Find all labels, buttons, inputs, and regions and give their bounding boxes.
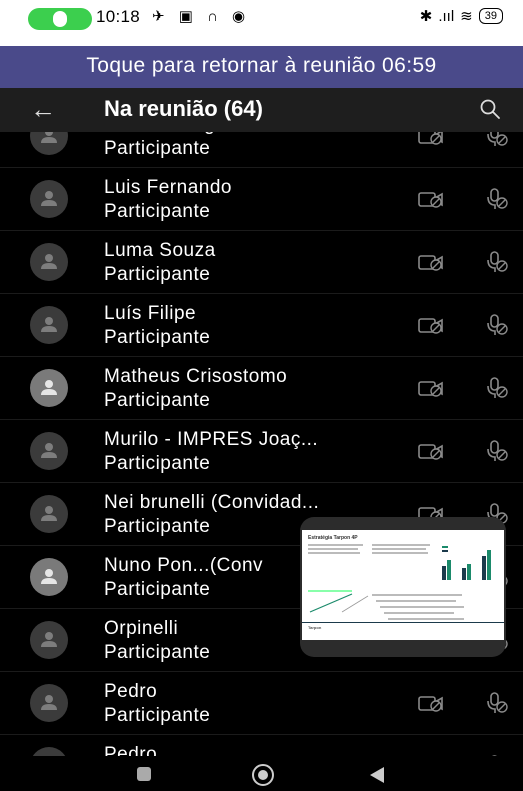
mic-off-icon: [487, 377, 508, 398]
avatar: [30, 495, 68, 533]
participant-row[interactable]: Luana Ortega Participante: [0, 132, 523, 168]
wifi-icon: ≋: [460, 8, 473, 25]
participant-name: Orpinelli: [104, 618, 179, 639]
participant-row[interactable]: Luma Souza Participante: [0, 231, 523, 294]
person-icon: [41, 506, 57, 521]
camera-off-icon: [418, 192, 443, 208]
participant-name: Nei brunelli (Convidad...: [104, 492, 320, 513]
participant-role: Participante: [104, 453, 211, 474]
participant-role: Participante: [104, 705, 211, 726]
signal-icon: .ııl: [438, 7, 455, 25]
person-icon: [41, 317, 57, 332]
camera-off-icon: [418, 444, 443, 460]
mic-off-icon: [487, 188, 508, 209]
participant-name: Luis Fernando: [104, 177, 232, 198]
participant-role: Participante: [104, 264, 211, 285]
camera-off-icon: [418, 255, 443, 271]
participant-row[interactable]: Murilo - IMPRES Joaç... Participante: [0, 420, 523, 483]
system-nav-bar: [0, 756, 523, 791]
slide-graphics: [302, 544, 504, 623]
person-icon: [41, 695, 57, 710]
avatar: [30, 747, 68, 756]
person-icon: [41, 254, 57, 269]
participant-name: Matheus Crisostomo: [104, 366, 288, 387]
participant-row[interactable]: Luis Fernando Participante: [0, 168, 523, 231]
participant-name: Luma Souza: [104, 240, 216, 261]
status-time: 10:18: [96, 7, 141, 26]
participant-role: Participante: [104, 138, 211, 159]
camera-off-icon: [418, 132, 443, 145]
avatar: [30, 432, 68, 470]
ongoing-call-pill[interactable]: [28, 8, 92, 30]
app-bar: ← Na reunião (64): [0, 88, 523, 132]
participant-name: Luana Ortega: [104, 132, 226, 136]
person-icon: [41, 132, 57, 143]
system-indicators: ✱ .ııl ≋ 39: [420, 7, 503, 25]
avatar: [30, 306, 68, 344]
avatar: [30, 132, 68, 155]
battery-icon: 39: [478, 8, 503, 24]
camera-off-icon: [418, 318, 443, 334]
participant-name: Luís Filipe: [104, 303, 197, 324]
participant-row[interactable]: Luís Filipe Participante: [0, 294, 523, 357]
avatar: [30, 180, 68, 218]
participant-name: Nuno Pon...(Conv: [104, 555, 264, 576]
participant-role: Participante: [104, 579, 211, 600]
avatar: [30, 558, 68, 596]
shared-slide: Estratégia Tarpon 4P Tarpon: [302, 530, 504, 640]
slide-footer: Tarpon: [308, 625, 322, 630]
participant-name: Murilo - IMPRES Joaç...: [104, 429, 319, 450]
mic-off-icon: [487, 251, 508, 272]
avatar: [30, 369, 68, 407]
person-icon: [41, 443, 57, 458]
mic-off-icon: [487, 692, 508, 713]
camera-off-icon: [418, 696, 443, 712]
participant-list[interactable]: Luana Ortega Participante Luis Fernando Par…: [0, 132, 523, 756]
person-icon: [41, 632, 57, 647]
person-icon: [41, 380, 57, 395]
participant-row[interactable]: Pedro: [0, 735, 523, 756]
camera-off-icon: [418, 381, 443, 397]
participant-row[interactable]: Pedro Participante: [0, 672, 523, 735]
back-icon[interactable]: [370, 767, 384, 783]
home-icon[interactable]: [252, 764, 274, 786]
call-indicator-icon: [53, 11, 67, 27]
participant-name: Pedro: [104, 744, 158, 756]
slide-title: Estratégia Tarpon 4P: [308, 535, 358, 541]
screen-share-preview[interactable]: Estratégia Tarpon 4P Tarpon: [300, 517, 506, 657]
return-to-meeting-banner[interactable]: Toque para retornar à reunião 06:59: [0, 46, 523, 88]
notification-icons: ✈ ▣ ∩ ◉: [152, 8, 251, 25]
search-icon[interactable]: [479, 98, 501, 120]
participant-role: Participante: [104, 327, 211, 348]
bluetooth-icon: ✱: [419, 8, 433, 25]
person-icon: [41, 191, 57, 206]
status-bar: 10:18 ✈ ▣ ∩ ◉ ✱ .ııl ≋ 39: [0, 0, 523, 46]
participant-role: Participante: [104, 390, 211, 411]
mic-off-icon: [487, 132, 508, 146]
participant-role: Participante: [104, 201, 211, 222]
mic-off-icon: [487, 314, 508, 335]
participant-name: Pedro: [104, 681, 158, 702]
participant-role: Participante: [104, 516, 211, 537]
page-title: Na reunião (64): [104, 96, 263, 121]
avatar: [30, 243, 68, 281]
arrow-left-icon[interactable]: ←: [30, 95, 56, 123]
person-icon: [41, 569, 57, 584]
recents-icon[interactable]: [137, 767, 151, 781]
avatar: [30, 621, 68, 659]
mic-off-icon: [487, 440, 508, 461]
participant-row[interactable]: Matheus Crisostomo Participante: [0, 357, 523, 420]
participant-role: Participante: [104, 642, 211, 663]
avatar: [30, 684, 68, 722]
